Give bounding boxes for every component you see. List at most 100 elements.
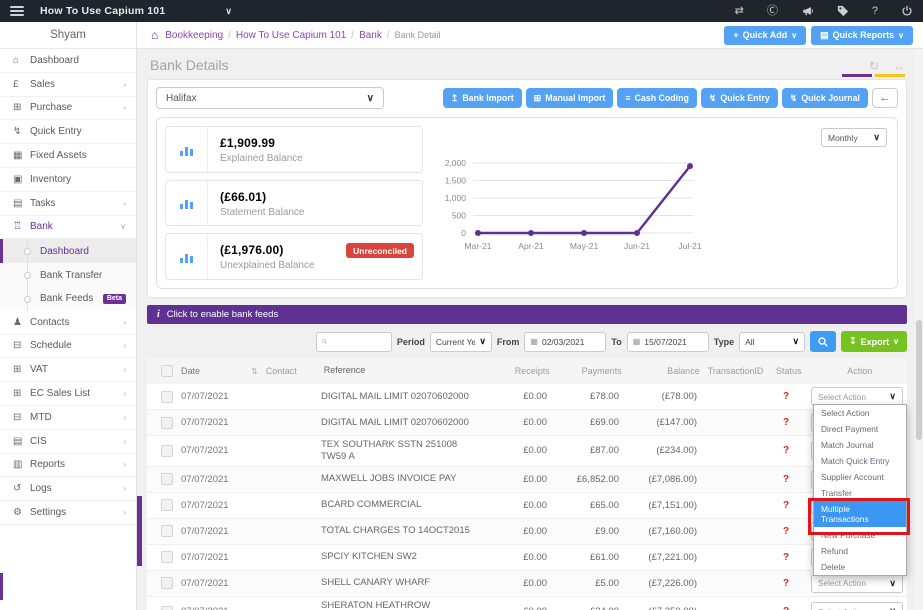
sidebar-item[interactable]: ⊞ VAT › <box>0 358 136 383</box>
header-receipts[interactable]: Receipts <box>490 363 554 379</box>
sidebar-item[interactable]: Dashboard <box>0 239 136 264</box>
row-checkbox[interactable] <box>161 551 173 564</box>
expand-icon[interactable]: ↔ <box>893 59 905 73</box>
sidebar-item[interactable]: ▥ Reports › <box>0 454 136 478</box>
sidebar-user-name[interactable]: Shyam <box>0 22 136 49</box>
header-contact[interactable]: Contact <box>262 363 320 379</box>
breadcrumb-link[interactable]: Bank <box>359 30 382 41</box>
action-select[interactable]: Select Action <box>811 602 903 610</box>
type-select[interactable]: All ∨ <box>739 331 806 352</box>
sidebar-item[interactable]: ⊞ Purchase › <box>0 97 136 121</box>
header-transactionid[interactable]: TransactionID <box>704 363 768 379</box>
search-button[interactable] <box>810 331 837 352</box>
row-checkbox[interactable] <box>161 416 173 429</box>
row-checkbox[interactable] <box>161 473 173 486</box>
status-flag[interactable]: ? <box>765 603 807 610</box>
status-flag[interactable]: ? <box>765 523 807 540</box>
row-checkbox[interactable] <box>161 390 173 403</box>
header-status[interactable]: Status <box>768 363 810 379</box>
sidebar-item[interactable]: ♟ Contacts › <box>0 311 136 335</box>
row-checkbox[interactable] <box>161 605 173 610</box>
balance-card[interactable]: (£66.01) Statement Balance <box>165 179 423 227</box>
refresh-icon[interactable]: ↻ <box>869 59 879 73</box>
company-name[interactable]: How To Use Capium 101 <box>40 5 165 17</box>
scrollbar-thumb[interactable] <box>916 320 922 440</box>
sidebar-item[interactable]: ⌂ Dashboard <box>0 49 136 73</box>
toolbar-button[interactable]: ≡ Cash Coding <box>617 88 697 108</box>
select-all-checkbox[interactable] <box>161 365 173 377</box>
row-checkbox[interactable] <box>161 525 173 538</box>
header-payments[interactable]: Payments <box>554 363 626 379</box>
balance-card[interactable]: £1,909.99 Explained Balance <box>165 126 423 173</box>
tag-icon[interactable] <box>837 5 849 17</box>
status-flag[interactable]: ? <box>765 549 807 566</box>
action-menu-item[interactable]: New Purchase <box>814 527 906 543</box>
period-select[interactable]: Current Year∨ <box>429 331 492 352</box>
action-menu-item[interactable]: Match Quick Entry <box>814 453 906 469</box>
to-date-input[interactable]: ▦ 15/07/2021 <box>626 331 709 352</box>
sidebar-item[interactable]: £ Sales › <box>0 73 136 97</box>
help-icon[interactable]: ? <box>872 5 878 17</box>
action-select[interactable]: Select Action <box>811 573 903 593</box>
sidebar-item[interactable]: ⚙ Settings › <box>0 501 136 525</box>
hamburger-menu-icon[interactable] <box>10 6 24 16</box>
status-flag[interactable]: ? <box>765 575 807 592</box>
action-menu-item[interactable]: Match Journal <box>814 437 906 453</box>
balance-card[interactable]: (£1,976.00) Unexplained Balance Unreconc… <box>165 233 423 281</box>
home-icon[interactable]: ⌂ <box>151 28 158 42</box>
action-menu-item[interactable]: Direct Payment <box>814 421 906 437</box>
quick-add-button[interactable]: Quick Add∨ <box>724 25 807 45</box>
sidebar-item[interactable]: ↯ Quick Entry <box>0 120 136 145</box>
toolbar-button[interactable]: ↯ Quick Entry <box>700 88 778 108</box>
status-flag[interactable]: ? <box>765 414 807 431</box>
breadcrumb-link[interactable]: Bookkeeping <box>165 30 223 41</box>
action-menu-item[interactable]: Select Action <box>814 405 906 421</box>
sidebar-item[interactable]: ▦ Fixed Assets <box>0 144 136 168</box>
toolbar-button[interactable]: ↥ Bank Import <box>442 88 522 108</box>
action-menu-item[interactable]: Delete <box>814 559 906 575</box>
sidebar-item[interactable]: ↺ Logs › <box>0 477 136 502</box>
search-text-field[interactable] <box>330 336 386 347</box>
credits-icon[interactable]: Ⓒ <box>767 5 778 17</box>
action-menu-item[interactable]: Supplier Account <box>814 469 906 485</box>
row-checkbox[interactable] <box>161 577 173 590</box>
sidebar-item[interactable]: Bank Transfer <box>0 263 136 287</box>
sidebar-item[interactable]: ⊞ EC Sales List › <box>0 382 136 406</box>
announcements-icon[interactable] <box>801 5 814 17</box>
toolbar-button[interactable]: ↯ Quick Journal <box>781 88 868 108</box>
power-icon[interactable] <box>901 5 913 17</box>
vertical-scrollbar[interactable] <box>915 50 923 610</box>
sort-icon[interactable]: ⇅ <box>247 364 262 379</box>
row-checkbox[interactable] <box>161 444 173 457</box>
cell-receipts: £0.00 <box>487 603 551 610</box>
chevron-down-icon[interactable]: ∨ <box>225 6 232 17</box>
sidebar-item[interactable]: ▣ Inventory <box>0 168 136 192</box>
back-button[interactable]: ← <box>872 88 898 108</box>
sidebar-item[interactable]: ♖ Bank ∨ <box>0 216 136 240</box>
action-menu-item[interactable]: Transfer <box>814 485 906 501</box>
enable-bank-feeds-banner[interactable]: i Click to enable bank feeds <box>147 305 907 324</box>
search-input[interactable] <box>315 331 392 352</box>
status-flag[interactable]: ? <box>765 388 807 405</box>
sidebar-item[interactable]: ⊟ MTD › <box>0 406 136 430</box>
header-reference[interactable]: Reference <box>320 362 490 379</box>
action-menu-item[interactable]: Refund <box>814 543 906 559</box>
row-checkbox[interactable] <box>161 499 173 512</box>
sidebar-item[interactable]: ▤ Tasks › <box>0 192 136 216</box>
export-button[interactable]: ↧ Export ∨ <box>841 331 907 352</box>
sidebar-item[interactable]: Bank Feeds Beta <box>0 286 136 311</box>
switch-company-icon[interactable]: ⇄ <box>735 5 744 17</box>
quick-reports-button[interactable]: Quick Reports∨ <box>811 25 913 45</box>
status-flag[interactable]: ? <box>765 497 807 514</box>
from-date-input[interactable]: ▦ 02/03/2021 <box>524 331 607 352</box>
toolbar-button[interactable]: ⊞ Manual Import <box>525 88 614 108</box>
header-date[interactable]: Date <box>177 363 247 379</box>
header-balance[interactable]: Balance <box>626 363 704 379</box>
sidebar-item[interactable]: ▤ CIS › <box>0 430 136 454</box>
status-flag[interactable]: ? <box>765 442 807 459</box>
action-menu-item[interactable]: Multiple Transactions <box>808 498 910 535</box>
status-flag[interactable]: ? <box>765 471 807 488</box>
sidebar-item[interactable]: ⊟ Schedule › <box>0 335 136 359</box>
bank-account-select[interactable]: Halifax ∨ <box>156 87 384 109</box>
breadcrumb-link[interactable]: How To Use Capium 101 <box>236 30 346 41</box>
